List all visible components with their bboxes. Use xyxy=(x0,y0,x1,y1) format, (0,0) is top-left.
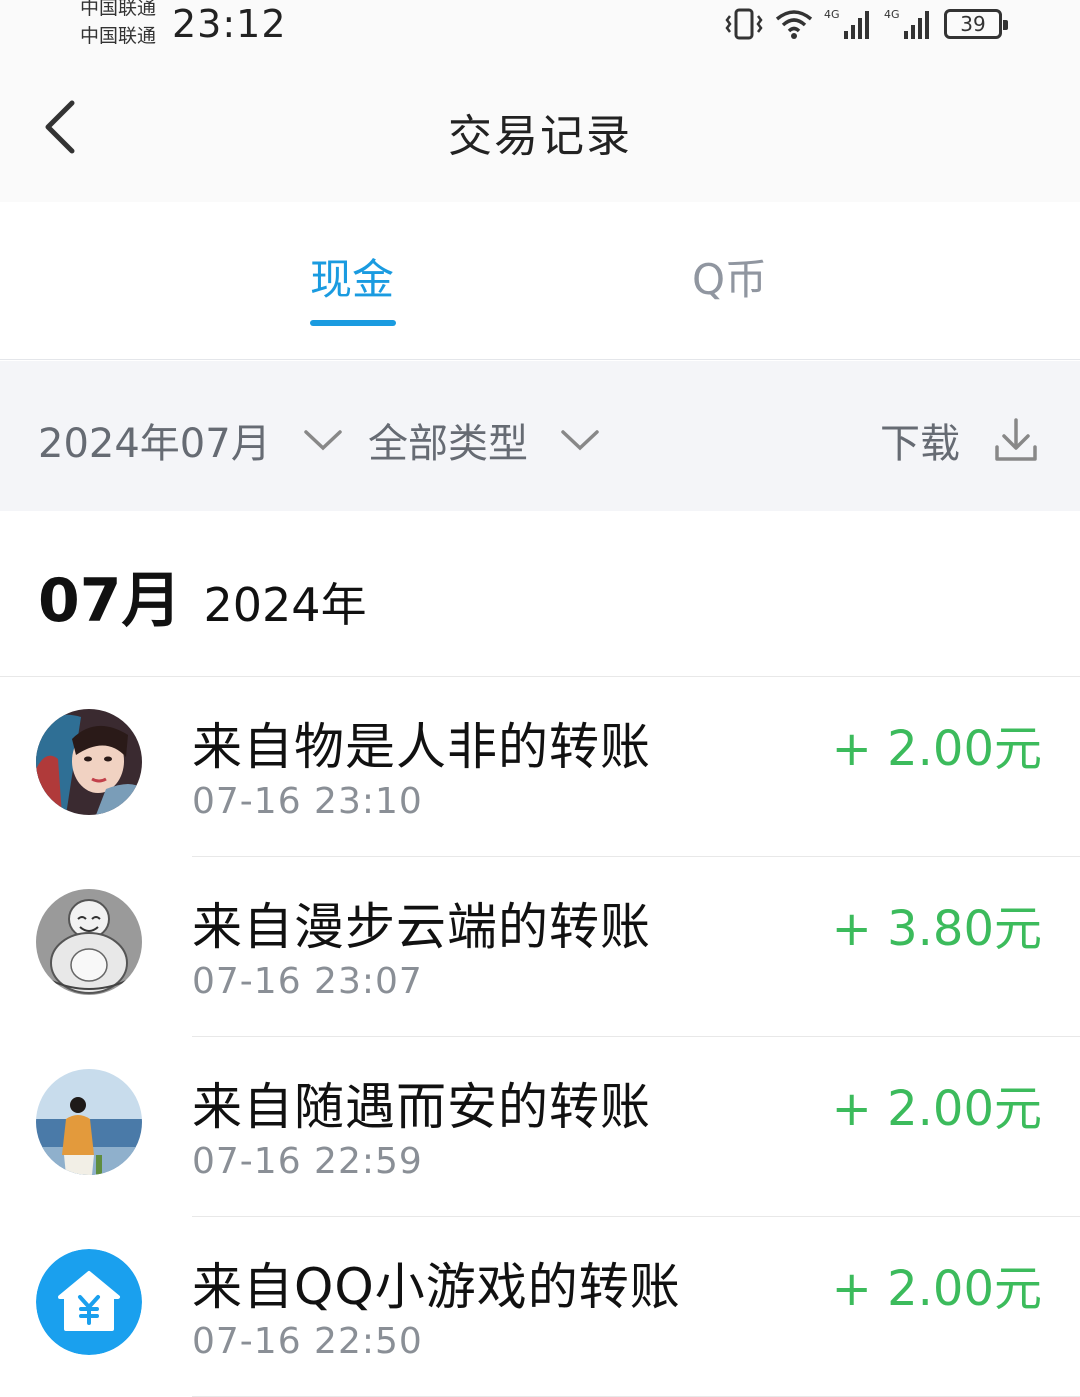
transaction-time: 07-16 23:07 xyxy=(192,961,423,1002)
type-filter-dropdown[interactable]: 全部类型 xyxy=(368,411,600,469)
svg-text:4G: 4G xyxy=(884,8,900,21)
transaction-amount: + 3.80元 xyxy=(831,901,1042,957)
signal-icon-2: 4G xyxy=(884,8,929,39)
transaction-row[interactable]: 来自物是人非的转账 07-16 23:10 + 2.00元 xyxy=(0,677,1080,857)
month-section-header: 07月 2024年 xyxy=(38,552,367,639)
nav-header: 交易记录 xyxy=(0,52,1080,202)
filter-bar: 2024年07月 全部类型 下载 xyxy=(0,361,1080,511)
tab-qcoin[interactable]: Q币 xyxy=(692,246,767,307)
avatar-woman-headscarf-icon xyxy=(36,709,142,815)
tab-cash[interactable]: 现金 xyxy=(310,246,394,307)
transaction-list: 来自物是人非的转账 07-16 23:10 + 2.00元 来自漫步云端的转账 … xyxy=(0,677,1080,1397)
signal-icon-1: 4G xyxy=(824,8,869,39)
transaction-amount: + 2.00元 xyxy=(831,1261,1042,1317)
download-icon xyxy=(995,418,1037,461)
wifi-icon xyxy=(775,10,813,39)
transaction-amount: + 2.00元 xyxy=(831,721,1042,777)
svg-text:4G: 4G xyxy=(824,8,840,21)
vibrate-icon xyxy=(725,8,763,40)
transaction-title: 来自漫步云端的转账 xyxy=(192,898,651,956)
transaction-title: 来自随遇而安的转账 xyxy=(192,1078,651,1136)
month-filter-label: 2024年07月 xyxy=(38,421,271,467)
carrier-labels: 中国联通 中国联通 xyxy=(80,0,156,50)
page-title: 交易记录 xyxy=(448,111,632,162)
avatar xyxy=(36,889,142,995)
transaction-time: 07-16 22:59 xyxy=(192,1141,423,1182)
tab-bar: 现金 Q币 xyxy=(0,202,1080,360)
avatar xyxy=(36,709,142,815)
avatar-buddha-icon xyxy=(36,889,142,995)
transaction-row[interactable]: 来自QQ小游戏的转账 07-16 22:50 + 2.00元 xyxy=(0,1217,1080,1397)
transaction-row[interactable]: 来自随遇而安的转账 07-16 22:59 + 2.00元 xyxy=(0,1037,1080,1217)
battery-level: 39 xyxy=(960,12,986,36)
battery-icon: 39 xyxy=(944,9,1008,39)
carrier-1: 中国联通 xyxy=(80,0,157,19)
transaction-amount: + 2.00元 xyxy=(831,1081,1042,1137)
chevron-down-icon xyxy=(561,430,599,451)
transaction-title: 来自QQ小游戏的转账 xyxy=(192,1258,681,1316)
month-filter-dropdown[interactable]: 2024年07月 xyxy=(38,411,343,469)
download-label: 下载 xyxy=(880,421,960,467)
transaction-title: 来自物是人非的转账 xyxy=(192,718,651,776)
transaction-time: 07-16 22:50 xyxy=(192,1321,423,1362)
chevron-down-icon xyxy=(303,430,342,451)
avatar-seaside-girl-icon xyxy=(36,1069,142,1175)
type-filter-label: 全部类型 xyxy=(368,421,528,467)
avatar xyxy=(36,1069,142,1175)
yuan-house-icon xyxy=(36,1249,142,1355)
status-icons: 4G 4G 39 xyxy=(724,4,1008,44)
status-bar: 中国联通 中国联通 23:12 4G 4G 39 xyxy=(0,0,1080,52)
carrier-2: 中国联通 xyxy=(80,25,157,47)
download-button[interactable]: 下载 xyxy=(880,411,1038,469)
tab-active-indicator xyxy=(310,320,396,326)
section-month: 07月 xyxy=(38,566,182,636)
status-time: 23:12 xyxy=(172,2,287,46)
transaction-time: 07-16 23:10 xyxy=(192,781,423,822)
section-year: 2024年 xyxy=(203,578,367,632)
transaction-row[interactable]: 来自漫步云端的转账 07-16 23:07 + 3.80元 xyxy=(0,857,1080,1037)
avatar xyxy=(36,1249,142,1355)
